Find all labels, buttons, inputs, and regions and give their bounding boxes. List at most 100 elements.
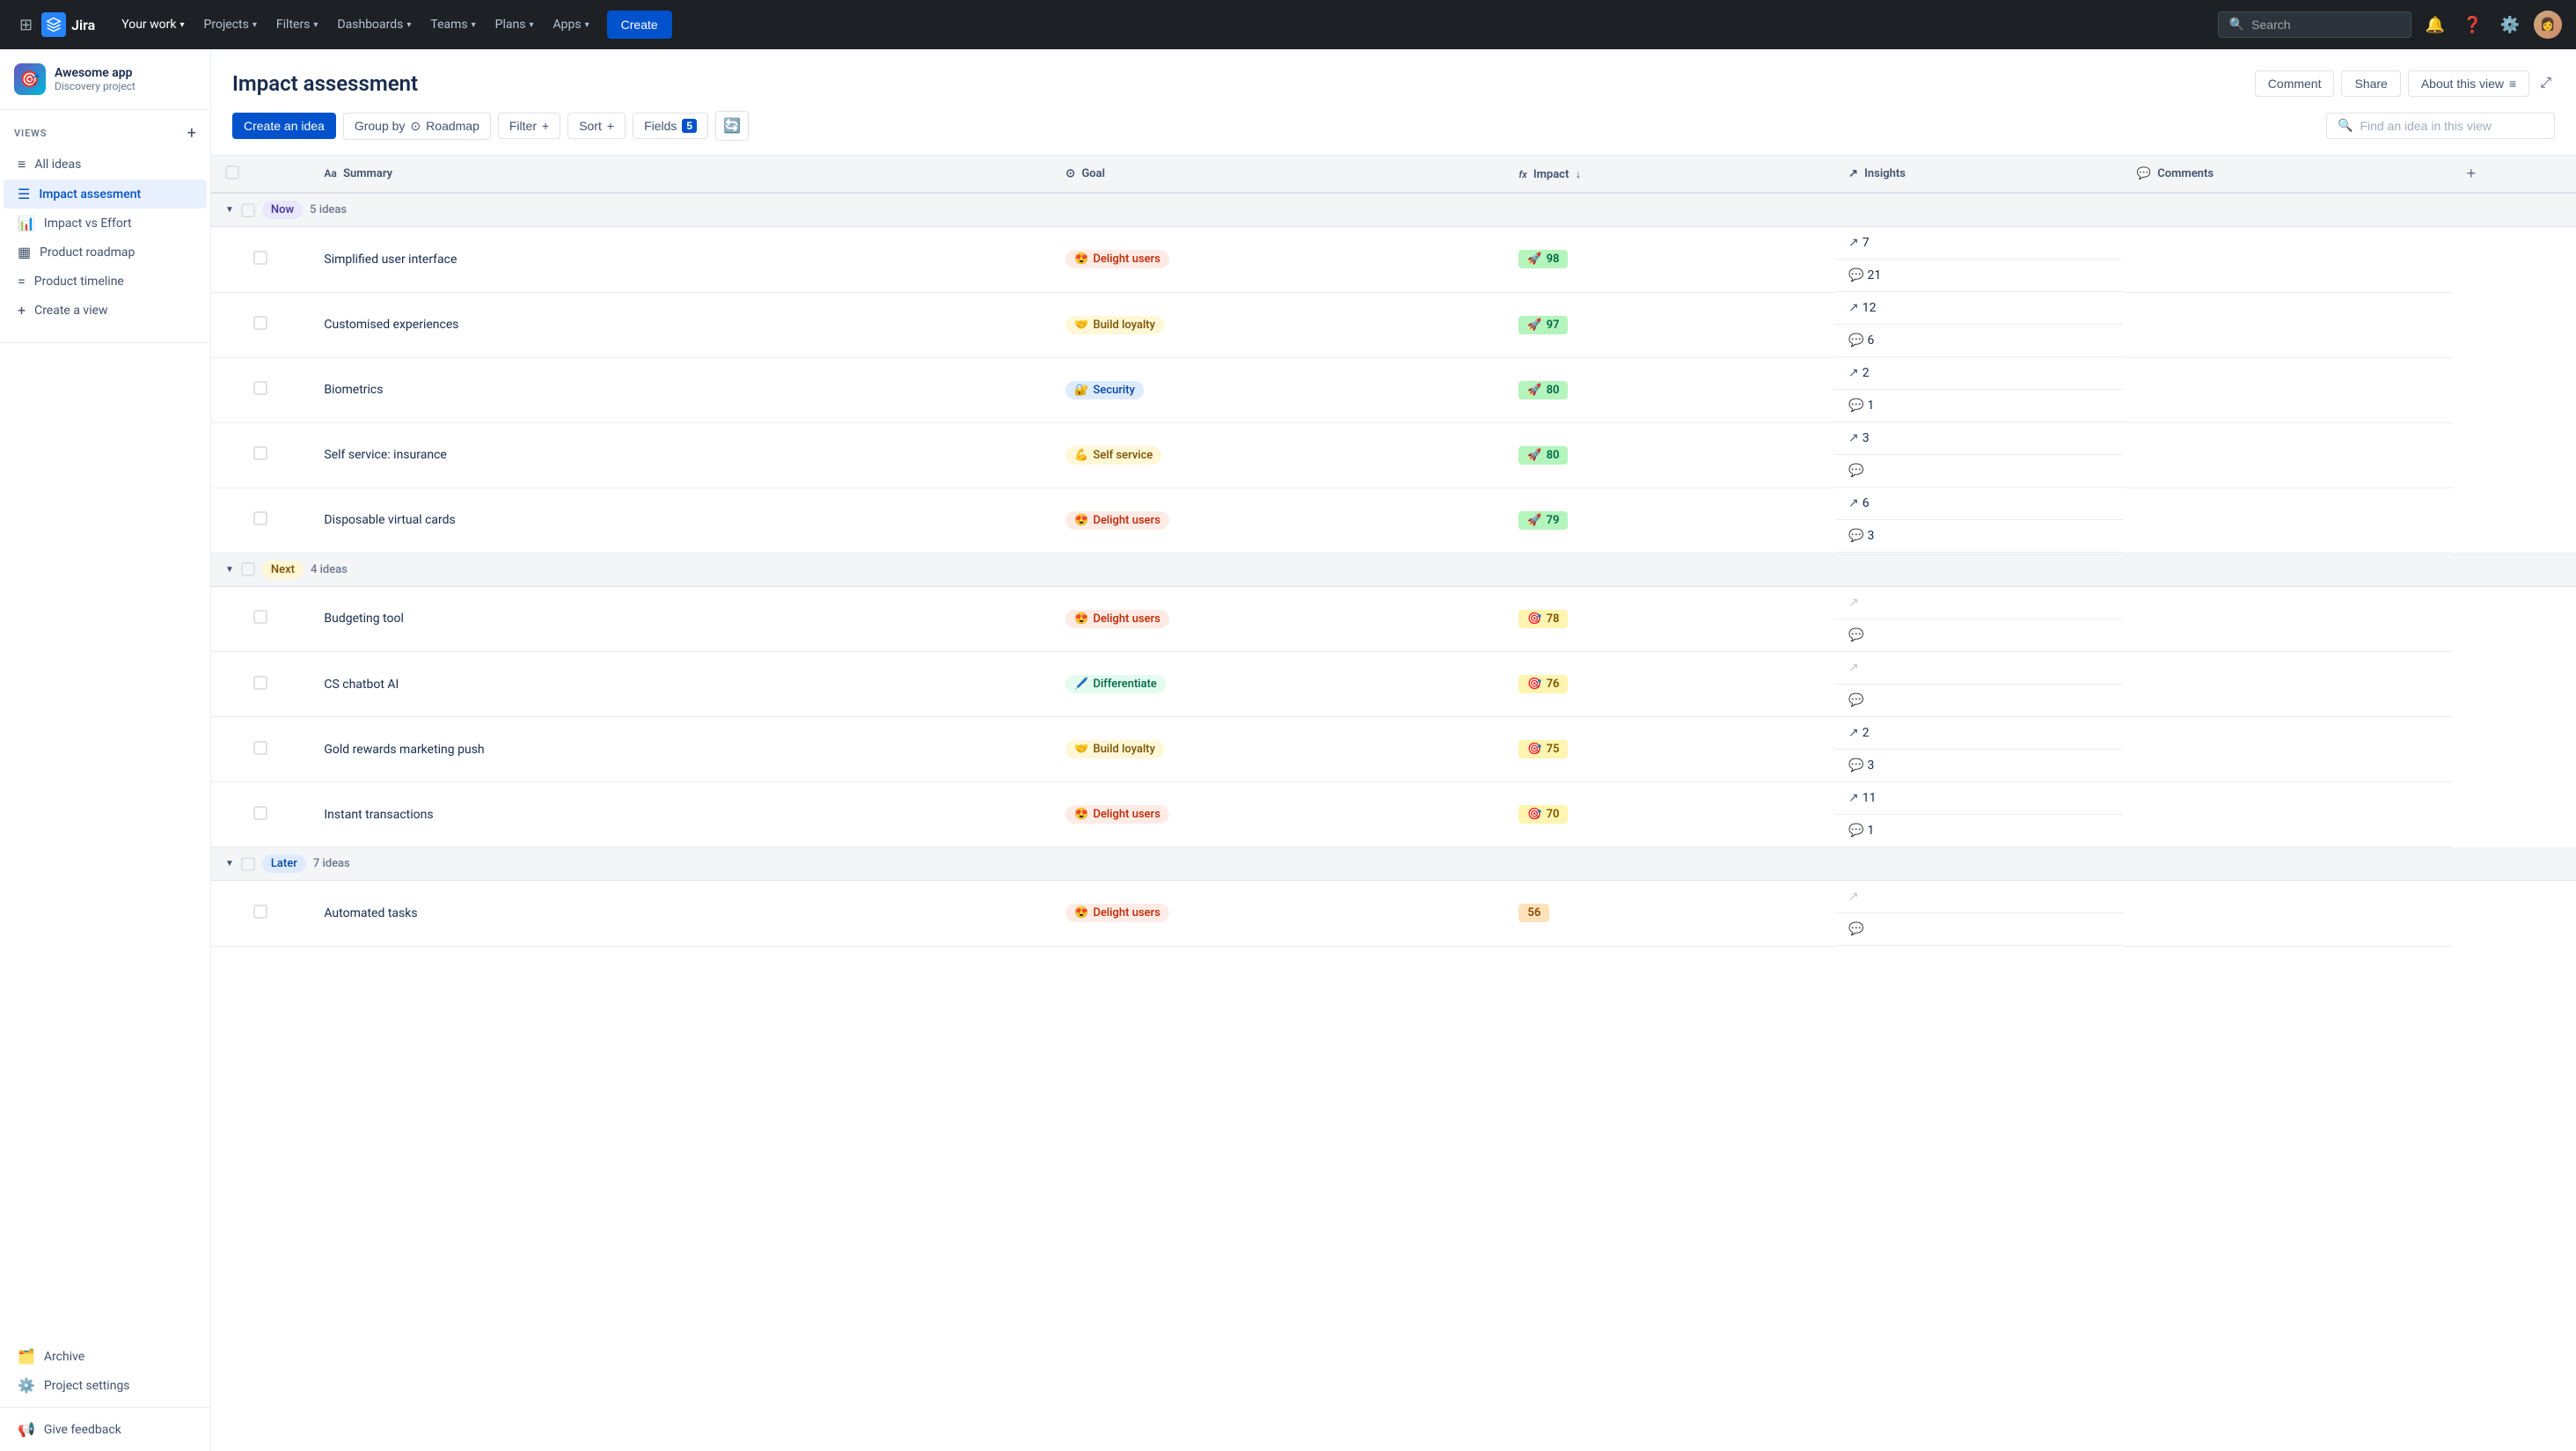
row-summary[interactable]: Biometrics (310, 357, 1051, 422)
sort-button[interactable]: Sort + (567, 113, 626, 139)
sidebar-item-project-settings[interactable]: ⚙️ Project settings (4, 1371, 207, 1400)
nav-teams[interactable]: Teams ▾ (421, 12, 484, 37)
filter-button[interactable]: Filter + (498, 113, 560, 139)
insights-count: 6 (1862, 496, 1870, 510)
search-input[interactable] (2251, 18, 2400, 32)
row-summary[interactable]: Automated tasks (310, 881, 1051, 947)
row-add-col (2123, 652, 2453, 717)
goal-label: Self service (1093, 449, 1153, 462)
row-add-col (2123, 881, 2453, 947)
sidebar-item-label: Product roadmap (40, 245, 135, 260)
row-goal: 😍 Delight users (1051, 487, 1504, 553)
row-summary[interactable]: Disposable virtual cards (310, 487, 1051, 553)
goal-emoji: 🔐 (1074, 384, 1088, 397)
expand-icon[interactable]: ▼ (225, 565, 234, 575)
group-checkbox[interactable] (241, 562, 255, 576)
row-checkbox[interactable] (253, 610, 267, 624)
top-nav-items: Your work ▾ Projects ▾ Filters ▾ Dashboa… (113, 11, 2214, 39)
expand-icon[interactable]: ▼ (225, 859, 234, 868)
sidebar-bottom: 🗂️ Archive ⚙️ Project settings 📢 Give fe… (0, 1335, 210, 1451)
row-goal: 😍 Delight users (1051, 227, 1504, 293)
add-column-button[interactable]: + (2466, 165, 2476, 183)
avatar[interactable]: 👩 (2534, 11, 2562, 39)
help-icon[interactable]: ❓ (2459, 12, 2485, 38)
row-checkbox[interactable] (253, 446, 267, 460)
row-summary[interactable]: Customised experiences (310, 292, 1051, 357)
group-checkbox[interactable] (241, 857, 255, 871)
sidebar-divider-2 (0, 1407, 210, 1408)
nav-filters[interactable]: Filters ▾ (267, 12, 327, 37)
impact-emoji: 🚀 (1527, 319, 1541, 332)
row-checkbox[interactable] (253, 511, 267, 525)
row-checkbox[interactable] (253, 905, 267, 919)
select-all-checkbox[interactable] (225, 165, 239, 180)
create-idea-button[interactable]: Create an idea (232, 113, 336, 139)
expand-icon[interactable]: ▼ (225, 205, 234, 215)
sidebar-item-all-ideas[interactable]: ≡ All ideas (4, 150, 207, 180)
row-summary[interactable]: Gold rewards marketing push (310, 717, 1051, 782)
row-summary[interactable]: Self service: insurance (310, 422, 1051, 487)
impact-badge: 🚀80 (1519, 381, 1568, 399)
fields-button[interactable]: Fields 5 (633, 113, 708, 139)
row-add-col (2123, 487, 2453, 553)
group-checkbox[interactable] (241, 203, 255, 217)
group-row-now: ▼ Now 5 ideas (211, 193, 2576, 227)
row-comments: 💬1 (1834, 390, 2123, 422)
notifications-icon[interactable]: 🔔 (2422, 12, 2448, 38)
row-goal: 🤝 Build loyalty (1051, 292, 1504, 357)
grid-icon[interactable]: ⊞ (14, 11, 38, 40)
sort-desc-icon[interactable]: ↓ (1576, 168, 1582, 181)
impact-emoji: 🎯 (1527, 743, 1541, 756)
row-add-col (2123, 227, 2453, 293)
sidebar-item-product-roadmap[interactable]: ▦ Product roadmap (4, 238, 207, 267)
row-goal: 🤝 Build loyalty (1051, 717, 1504, 782)
row-checkbox[interactable] (253, 806, 267, 820)
nav-dashboards[interactable]: Dashboards ▾ (328, 12, 420, 37)
comment-icon: 💬 (1848, 824, 1863, 838)
row-checkbox[interactable] (253, 741, 267, 755)
comments-count: 1 (1867, 824, 1874, 838)
row-summary[interactable]: Instant transactions (310, 782, 1051, 847)
main-content: Impact assessment Comment Share About th… (211, 49, 2576, 1451)
search-box[interactable]: 🔍 (2218, 11, 2411, 38)
idea-search-input[interactable] (2360, 119, 2543, 133)
refresh-button[interactable]: 🔄 (715, 111, 749, 141)
goal-emoji: 😍 (1074, 253, 1088, 266)
share-button[interactable]: Share (2341, 70, 2400, 97)
jira-logo[interactable]: Jira (41, 12, 95, 37)
nav-plans[interactable]: Plans ▾ (487, 12, 543, 37)
row-impact: 🚀79 (1504, 487, 1834, 553)
add-view-icon[interactable]: + (187, 124, 196, 143)
group-by-button[interactable]: Group by ⊙ Roadmap (343, 113, 491, 140)
sidebar: 🎯 Awesome app Discovery project VIEWS + … (0, 49, 211, 1451)
fullscreen-button[interactable]: ⤢ (2536, 72, 2555, 95)
about-view-button[interactable]: About this view ≡ (2408, 70, 2529, 97)
sidebar-item-product-timeline[interactable]: = Product timeline (4, 267, 207, 296)
sidebar-item-archive[interactable]: 🗂️ Archive (4, 1342, 207, 1371)
idea-search-box[interactable]: 🔍 (2326, 113, 2555, 139)
sidebar-item-impact-effort[interactable]: 📊 Impact vs Effort (4, 209, 207, 238)
row-summary[interactable]: Simplified user interface (310, 227, 1051, 293)
nav-apps[interactable]: Apps ▾ (545, 12, 598, 37)
row-impact: 🚀80 (1504, 422, 1834, 487)
row-goal: 🖊️ Differentiate (1051, 652, 1504, 717)
sidebar-item-label: Give feedback (44, 1423, 121, 1437)
row-checkbox[interactable] (253, 316, 267, 330)
sidebar-item-give-feedback[interactable]: 📢 Give feedback (4, 1415, 207, 1444)
comment-button[interactable]: Comment (2255, 70, 2335, 97)
trend-icon: ↗ (1848, 236, 1859, 250)
nav-projects[interactable]: Projects ▾ (195, 12, 266, 37)
row-add-col (2123, 586, 2453, 652)
row-summary[interactable]: Budgeting tool (310, 586, 1051, 652)
project-header[interactable]: 🎯 Awesome app Discovery project (0, 49, 210, 110)
row-checkbox[interactable] (253, 381, 267, 395)
row-checkbox[interactable] (253, 676, 267, 690)
group-tag: Next (262, 561, 304, 579)
nav-your-work[interactable]: Your work ▾ (113, 12, 193, 37)
row-summary[interactable]: CS chatbot AI (310, 652, 1051, 717)
row-checkbox[interactable] (253, 251, 267, 265)
settings-icon[interactable]: ⚙️ (2497, 12, 2523, 38)
create-button[interactable]: Create (607, 11, 672, 39)
sidebar-item-impact-assessment[interactable]: ☰ Impact assesment (4, 180, 207, 209)
sidebar-item-create-view[interactable]: + Create a view (4, 296, 207, 325)
